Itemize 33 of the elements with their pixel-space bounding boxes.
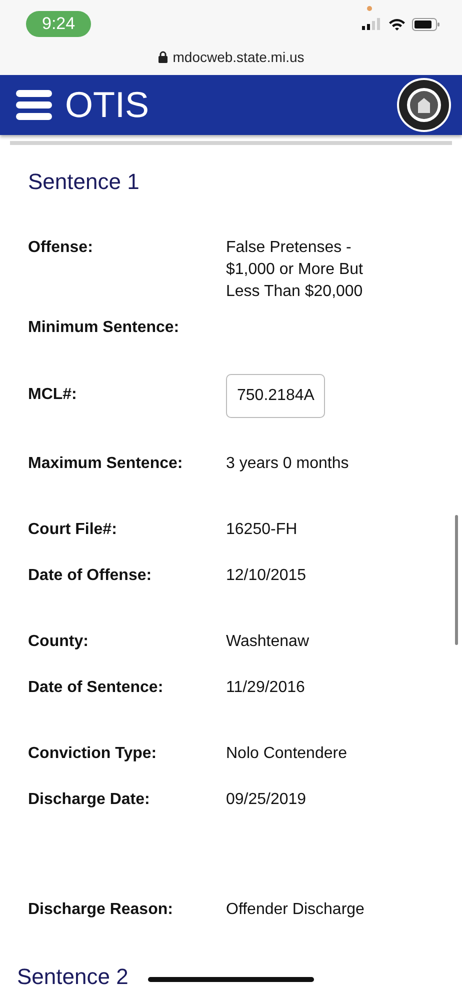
field-value: 11/29/2016 (226, 678, 306, 698)
field-label: County: (28, 632, 90, 652)
field-value: 12/10/2015 (226, 566, 308, 586)
signal-icon (362, 18, 382, 30)
menu-icon[interactable] (16, 90, 52, 120)
field-value: Washtenaw (226, 632, 310, 652)
mcl-link-button[interactable]: 750.2184A (226, 374, 326, 418)
app-title: OTIS (65, 84, 150, 126)
field-value: 16250-FH (226, 520, 298, 540)
field-value: False Pretenses - $1,000 or More But Less Than $20,000 (226, 238, 364, 302)
lock-icon (158, 51, 168, 63)
wifi-icon (388, 18, 406, 30)
field-label: Discharge Date: (28, 790, 151, 810)
privacy-indicator-icon (367, 6, 372, 11)
battery-icon (412, 18, 440, 30)
seal-icon (396, 77, 452, 133)
field-label: Date of Offense: (28, 566, 153, 586)
field-value: 3 years 0 months (226, 454, 350, 474)
field-label: Offense: (28, 238, 94, 258)
field-value: 09/25/2019 (226, 790, 308, 810)
field-label: Discharge Reason: (28, 900, 174, 920)
field-label: Court File#: (28, 520, 118, 540)
field-value: Nolo Contendere (226, 744, 348, 764)
field-label: Minimum Sentence: (28, 318, 180, 338)
field-label: Maximum Sentence: (28, 454, 184, 474)
field-value: Offender Discharge (226, 900, 366, 920)
field-label: MCL#: (28, 385, 78, 405)
section-heading: Sentence 1 (28, 169, 140, 195)
url-text[interactable]: mdocweb.state.mi.us (172, 49, 304, 65)
field-label: Date of Sentence: (28, 678, 164, 698)
section-heading: Sentence 2 (17, 964, 128, 990)
field-label: Conviction Type: (28, 744, 158, 764)
status-time: 9:24 (26, 11, 92, 37)
